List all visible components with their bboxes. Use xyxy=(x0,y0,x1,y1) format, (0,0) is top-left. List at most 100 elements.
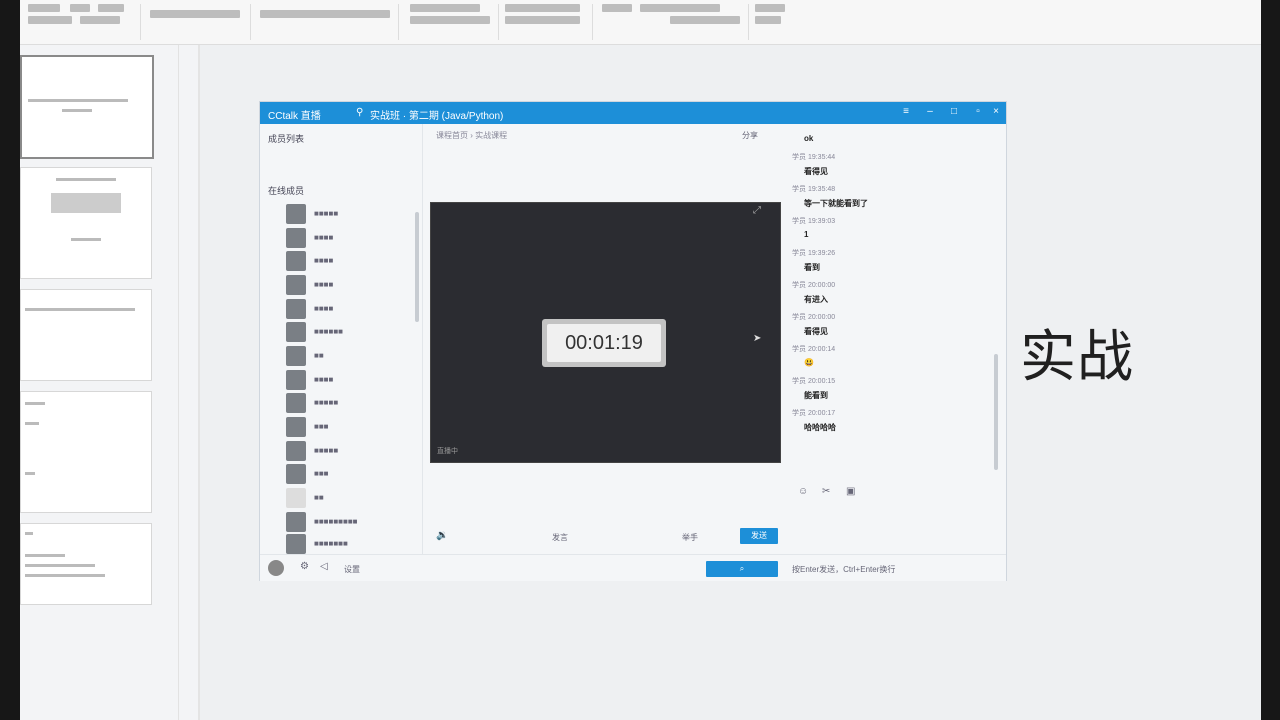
ribbon-tool[interactable] xyxy=(505,16,580,24)
message-meta: 学员 19:39:03 xyxy=(792,218,836,225)
member-name: ■■ xyxy=(314,493,324,502)
member-item[interactable]: ■■■ xyxy=(286,417,416,437)
ribbon-tool[interactable] xyxy=(28,4,60,12)
menu-icon[interactable]: ≡ xyxy=(900,106,912,118)
speaker-icon[interactable]: ◁ xyxy=(320,561,328,572)
video-status-label: 直播中 xyxy=(437,448,458,455)
ribbon-tool[interactable] xyxy=(755,16,781,24)
ribbon-tool[interactable] xyxy=(260,10,390,18)
member-item[interactable]: ■■■■ xyxy=(286,299,416,319)
member-name: ■■■■ xyxy=(314,280,334,289)
message-meta: 学员 20:00:15 xyxy=(792,378,836,385)
restore-icon[interactable]: ▫ xyxy=(972,106,984,118)
window-titlebar[interactable]: CCtalk 直播 ⚲ 实战班 · 第二期 (Java/Python) ≡ – … xyxy=(260,102,1006,124)
avatar xyxy=(286,299,306,319)
member-item[interactable]: ■■■■ xyxy=(286,228,416,248)
window-tab-title[interactable]: 实战班 · 第二期 (Java/Python) xyxy=(370,107,503,122)
message-text: 😃 xyxy=(804,358,814,367)
window-title: CCtalk 直播 xyxy=(268,111,321,122)
message-text: 看到 xyxy=(804,263,820,272)
member-item[interactable]: ■■■■■■ xyxy=(286,322,416,342)
emoji-icon[interactable]: ☺ xyxy=(798,486,808,497)
ribbon-tool[interactable] xyxy=(80,16,120,24)
member-item[interactable]: ■■■■ xyxy=(286,251,416,271)
ribbon-tool[interactable] xyxy=(410,16,490,24)
ribbon-tool[interactable] xyxy=(70,4,90,12)
chat-scrollbar[interactable] xyxy=(994,354,998,470)
member-item[interactable]: ■■■■■ xyxy=(286,393,416,413)
ribbon-tool[interactable] xyxy=(150,10,240,18)
slide-thumbnail[interactable] xyxy=(20,167,152,279)
ribbon-tool[interactable] xyxy=(98,4,124,12)
thumb-text-line xyxy=(25,574,105,577)
avatar xyxy=(286,488,306,508)
maximize-icon[interactable]: □ xyxy=(948,106,960,118)
avatar xyxy=(286,228,306,248)
close-icon[interactable]: × xyxy=(990,106,1002,118)
ribbon-tool[interactable] xyxy=(505,4,580,12)
sidebar-header[interactable]: 成员列表 xyxy=(268,132,304,145)
member-item[interactable]: ■■■■ xyxy=(286,370,416,390)
member-name: ■■■■■ xyxy=(314,446,339,455)
thumb-text-line xyxy=(25,402,45,405)
ribbon-tool[interactable] xyxy=(410,4,480,12)
member-item[interactable]: ■■ xyxy=(286,488,416,508)
member-item[interactable]: ■■■■ xyxy=(286,275,416,295)
hand-raise-button[interactable]: 举手 xyxy=(682,532,698,543)
mic-button[interactable]: 发言 xyxy=(552,532,568,543)
member-item[interactable]: ■■ xyxy=(286,346,416,366)
share-button[interactable]: 分享 xyxy=(742,130,758,141)
thumb-text-line xyxy=(25,422,39,425)
input-hint: 按Enter发送，Ctrl+Enter换行 xyxy=(792,565,896,574)
send-button-top[interactable]: 发送 xyxy=(740,528,778,544)
ribbon-tool[interactable] xyxy=(640,4,720,12)
avatar xyxy=(286,534,306,554)
video-player[interactable]: 00:01:19 直播中 ⤢ ➤ xyxy=(430,202,781,463)
scissors-icon[interactable]: ✂ xyxy=(822,486,830,497)
ribbon-tool[interactable] xyxy=(602,4,632,12)
countdown-timer: 00:01:19 xyxy=(547,324,661,362)
ribbon-separator xyxy=(748,4,749,40)
slide-thumbnail[interactable] xyxy=(20,523,152,605)
message-meta: 学员 20:00:17 xyxy=(792,410,836,417)
ribbon-tool[interactable] xyxy=(28,16,72,24)
sidebar-scrollbar[interactable] xyxy=(415,212,419,322)
member-name: ■■■■ xyxy=(314,304,334,313)
search-button[interactable]: ⌕ xyxy=(706,561,778,577)
slide-thumbnail[interactable] xyxy=(20,391,152,513)
footer-settings-label[interactable]: 设置 xyxy=(344,564,360,575)
avatar xyxy=(286,464,306,484)
message-text: ok xyxy=(804,134,814,143)
right-black-border xyxy=(1261,0,1280,720)
ribbon-tool[interactable] xyxy=(670,16,740,24)
video-area: 课程首页 › 实战课程 分享 00:01:19 直播中 ⤢ ➤ xyxy=(422,124,790,554)
avatar xyxy=(286,370,306,390)
member-name: ■■■ xyxy=(314,469,329,478)
slide-thumbnail-pane xyxy=(20,45,179,720)
chat-panel: ok 学员 19:35:44 看得见 学员 19:35:48 等一下就能看到了 学员 19… xyxy=(790,124,1006,554)
sidebar-subheader: 在线成员 xyxy=(268,186,305,196)
avatar[interactable] xyxy=(268,560,284,576)
member-name: ■■ xyxy=(314,351,324,360)
video-control-row: 🔉 发言 举手 发送 xyxy=(422,526,1006,548)
member-item[interactable]: ■■■■■ xyxy=(286,204,416,224)
volume-icon[interactable]: 🔉 xyxy=(436,530,448,541)
slide-thumbnail-selected[interactable] xyxy=(20,55,154,159)
avatar xyxy=(286,417,306,437)
ribbon-tool[interactable] xyxy=(755,4,785,12)
message-text: 能看到 xyxy=(804,391,828,400)
fullscreen-icon[interactable]: ⤢ xyxy=(753,205,761,216)
message-text: 有进入 xyxy=(804,295,828,304)
slide-thumbnail[interactable] xyxy=(20,289,152,381)
message-text: 等一下就能看到了 xyxy=(804,199,868,208)
member-item[interactable]: ■■■■■ xyxy=(286,441,416,461)
minimize-icon[interactable]: – xyxy=(924,106,936,118)
member-item[interactable]: ■■■■■■■ xyxy=(286,534,416,554)
member-item[interactable]: ■■■ xyxy=(286,464,416,484)
avatar xyxy=(286,393,306,413)
member-item[interactable]: ■■■■■■■■■ xyxy=(286,512,416,532)
member-name: ■■■■ xyxy=(314,375,334,384)
settings-icon[interactable]: ⚙ xyxy=(300,561,309,572)
image-icon[interactable]: ▣ xyxy=(846,486,855,497)
cursor-icon: ➤ xyxy=(753,333,762,344)
